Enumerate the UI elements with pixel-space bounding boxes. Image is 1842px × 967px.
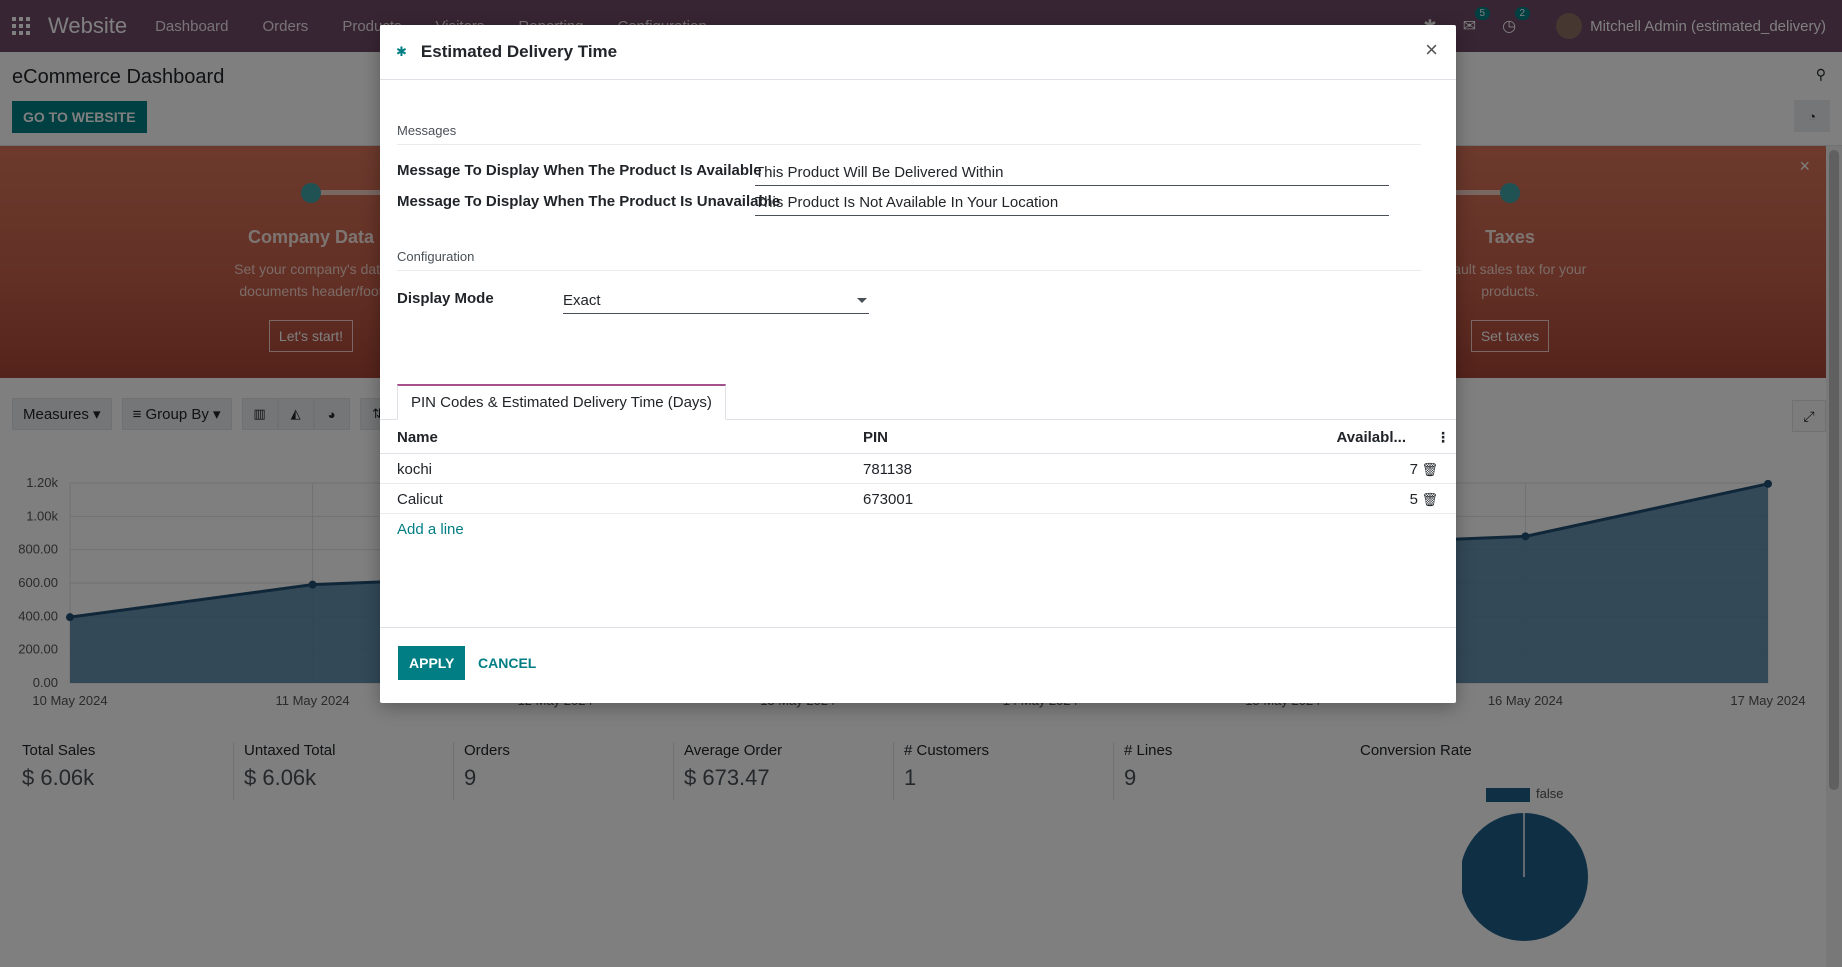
cancel-button[interactable]: CANCEL — [478, 655, 536, 671]
unavailable-message-label: Message To Display When The Product Is U… — [397, 193, 781, 210]
dialog-title: Estimated Delivery Time — [420, 42, 618, 61]
trash-icon[interactable]: 🗑 — [1421, 462, 1438, 478]
bug-icon: ✱ — [396, 44, 407, 59]
dialog-header: ✱ Estimated Delivery Time × — [380, 25, 1456, 80]
row-name: kochi — [397, 461, 433, 478]
column-options-icon[interactable]: ⋮ — [1436, 429, 1450, 446]
table-row[interactable]: kochi 781138 7 🗑 — [380, 454, 1456, 484]
estimated-delivery-dialog: ✱ Estimated Delivery Time × Messages Mes… — [380, 25, 1456, 703]
row-days: 5 — [1409, 491, 1418, 508]
trash-icon[interactable]: 🗑 — [1421, 492, 1438, 508]
row-days: 7 — [1409, 461, 1418, 478]
add-line-link[interactable]: Add a line — [397, 521, 464, 538]
dialog-footer: APPLY CANCEL — [380, 627, 1456, 703]
apply-button[interactable]: APPLY — [398, 646, 466, 680]
table-row[interactable]: Calicut 673001 5 🗑 — [380, 484, 1456, 514]
column-header-name[interactable]: Name — [397, 429, 438, 446]
messages-section-title: Messages — [397, 123, 1421, 145]
row-name: Calicut — [397, 491, 443, 508]
column-header-pin[interactable]: PIN — [863, 429, 888, 446]
add-line-row: Add a line — [380, 514, 1456, 544]
display-mode-value: Exact — [563, 292, 601, 309]
column-header-availability[interactable]: Availabl... — [1337, 429, 1406, 446]
configuration-section-title: Configuration — [397, 249, 1421, 271]
display-mode-label: Display Mode — [397, 290, 494, 307]
chevron-down-icon — [857, 298, 867, 303]
available-message-input[interactable]: This Product Will Be Delivered Within — [755, 164, 1389, 186]
tab-pin-codes[interactable]: PIN Codes & Estimated Delivery Time (Day… — [397, 384, 726, 420]
available-message-label: Message To Display When The Product Is A… — [397, 162, 762, 179]
row-pin: 673001 — [863, 491, 914, 508]
table-header: Name PIN Availabl... ⋮ — [380, 422, 1456, 454]
close-icon[interactable]: × — [1425, 37, 1438, 63]
display-mode-select[interactable]: Exact — [563, 292, 869, 314]
pin-codes-table: Name PIN Availabl... ⋮ kochi 781138 7 🗑 … — [380, 422, 1456, 544]
row-pin: 781138 — [863, 461, 912, 478]
unavailable-message-input[interactable]: This Product Is Not Available In Your Lo… — [755, 194, 1389, 216]
